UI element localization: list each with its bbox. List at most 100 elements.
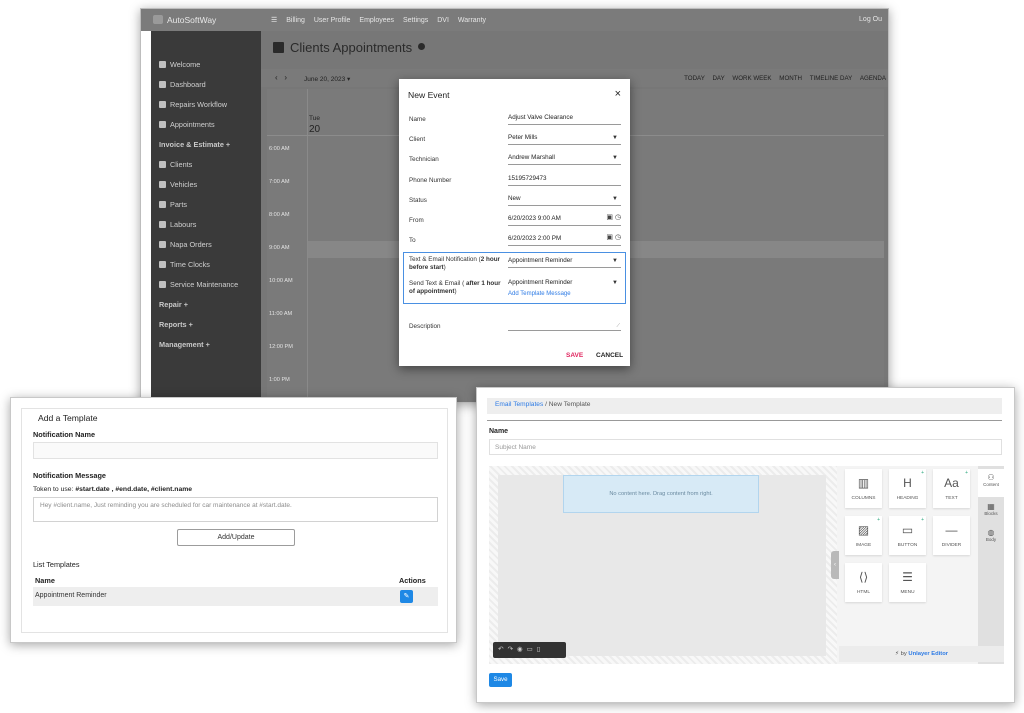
- description-field[interactable]: ⟋: [508, 316, 621, 331]
- add-update-button[interactable]: Add/Update: [177, 529, 295, 546]
- sidebar-item-repairs-workflow[interactable]: Repairs Workflow: [159, 100, 227, 109]
- clock-icon[interactable]: ◷: [615, 214, 621, 221]
- tab-body[interactable]: ◍ Body: [978, 525, 1004, 551]
- nav-dvi[interactable]: DVI: [437, 17, 449, 24]
- date-selector[interactable]: June 20, 2023 ▾: [304, 75, 350, 83]
- breadcrumb-email-templates[interactable]: Email Templates: [495, 401, 543, 408]
- list-templates-heading: List Templates: [33, 560, 80, 569]
- heading-icon: H: [903, 476, 912, 490]
- notification-message-input[interactable]: Hey #client.name, Just reminding you are…: [33, 497, 438, 522]
- edit-icon[interactable]: ✎: [400, 590, 413, 603]
- logout-link[interactable]: Log Ou: [859, 16, 882, 23]
- prev-button[interactable]: ‹: [275, 73, 278, 82]
- sidebar-item-management[interactable]: Management +: [159, 340, 210, 349]
- button-icon: ▭: [901, 523, 914, 537]
- view-work-week[interactable]: WORK WEEK: [732, 75, 771, 82]
- next-button[interactable]: ›: [284, 73, 287, 82]
- tab-content[interactable]: ⚇ Content: [978, 469, 1004, 497]
- view-agenda[interactable]: AGENDA: [860, 75, 886, 82]
- breadcrumb: Email Templates / New Template: [487, 398, 1002, 414]
- tools-panel: ▥ COLUMNS + H HEADING + Aa TEXT + ▨ IMAGE + ▭ BUT…: [839, 466, 979, 664]
- close-icon[interactable]: ×: [615, 88, 621, 100]
- tool-divider[interactable]: — DIVIDER: [933, 516, 970, 555]
- help-icon[interactable]: [417, 43, 425, 50]
- view-timeline-day[interactable]: TIMELINE DAY: [810, 75, 852, 82]
- sidebar-item-time-clocks[interactable]: Time Clocks: [159, 260, 210, 269]
- collapse-panel-handle[interactable]: ‹: [831, 551, 839, 579]
- add-template-link[interactable]: Add Template Message: [508, 291, 571, 297]
- sidebar-item-reports[interactable]: Reports +: [159, 320, 193, 329]
- sidebar-item-dashboard[interactable]: Dashboard: [159, 80, 206, 89]
- mobile-icon[interactable]: ▯: [537, 646, 541, 653]
- menu-icon[interactable]: ☰: [271, 17, 277, 24]
- nav-employees[interactable]: Employees: [359, 17, 394, 24]
- save-button[interactable]: SAVE: [566, 352, 583, 359]
- calendar-icon: [159, 121, 166, 128]
- from-datetime[interactable]: 6/20/2023 9:00 AM ▣ ◷: [508, 214, 621, 226]
- day-header[interactable]: Tue 20: [309, 115, 320, 135]
- nav-warranty[interactable]: Warranty: [458, 17, 486, 24]
- name-field[interactable]: Adjust Valve Clearance: [508, 113, 621, 125]
- sidebar-item-labours[interactable]: Labours: [159, 220, 196, 229]
- to-datetime[interactable]: 6/20/2023 2:00 PM ▣ ◷: [508, 234, 621, 246]
- technician-select[interactable]: Andrew Marshall ▼: [508, 153, 621, 165]
- sidebar-item-vehicles[interactable]: Vehicles: [159, 180, 197, 189]
- client-select[interactable]: Peter Mills ▼: [508, 133, 621, 145]
- nav-billing[interactable]: Billing: [286, 17, 305, 24]
- editor-canvas[interactable]: No content here. Drag content from right…: [498, 475, 826, 656]
- notification-name-input[interactable]: [33, 442, 438, 459]
- sidebar-item-clients[interactable]: Clients: [159, 160, 192, 169]
- tool-button[interactable]: + ▭ BUTTON: [889, 516, 926, 555]
- calendar-icon[interactable]: ▣: [606, 234, 613, 241]
- preview-icon[interactable]: ◉: [517, 646, 523, 653]
- tab-blocks[interactable]: ▦ Blocks: [978, 499, 1004, 525]
- subject-name-input[interactable]: Subject Name: [489, 439, 1002, 455]
- view-today[interactable]: TODAY: [684, 75, 705, 82]
- phone-label: Phone Number: [409, 177, 452, 184]
- clock-icon[interactable]: ◷: [615, 234, 621, 241]
- editor-bottom-toolbar: ↶ ↷ ◉ ▭ ▯: [493, 642, 566, 658]
- tool-html[interactable]: ⟨⟩ HTML: [845, 563, 882, 602]
- new-event-modal: New Event × Name Adjust Valve Clearance …: [399, 79, 630, 366]
- cancel-button[interactable]: CANCEL: [596, 352, 623, 359]
- send-select[interactable]: Appointment Reminder ▼: [508, 278, 621, 290]
- calendar-icon[interactable]: ▣: [606, 214, 613, 221]
- tool-image[interactable]: + ▨ IMAGE: [845, 516, 882, 555]
- sidebar: Welcome Dashboard Repairs Workflow Appoi…: [151, 31, 261, 402]
- time-label: 12:00 PM: [269, 344, 293, 350]
- tool-heading[interactable]: + H HEADING: [889, 469, 926, 508]
- image-icon: ▨: [857, 523, 870, 537]
- sidebar-item-napa-orders[interactable]: Napa Orders: [159, 240, 212, 249]
- undo-icon[interactable]: ↶: [498, 646, 503, 653]
- status-select[interactable]: New ▼: [508, 194, 621, 206]
- brand[interactable]: AutoSoftWay: [153, 15, 216, 25]
- clock-icon: [159, 261, 166, 268]
- wrench-icon: [159, 201, 166, 208]
- phone-field[interactable]: 15195729473: [508, 174, 621, 186]
- view-day[interactable]: DAY: [712, 75, 724, 82]
- resize-handle-icon[interactable]: ⟋: [616, 323, 620, 329]
- notify-select[interactable]: Appointment Reminder ▼: [508, 256, 621, 268]
- name-label: Name: [409, 116, 426, 123]
- redo-icon[interactable]: ↷: [507, 646, 512, 653]
- date-nav: ‹ ›: [275, 73, 287, 82]
- sidebar-item-welcome[interactable]: Welcome: [159, 60, 200, 69]
- tool-text[interactable]: + Aa TEXT: [933, 469, 970, 508]
- time-label: 1:00 PM: [269, 377, 290, 383]
- unlayer-credit[interactable]: ⚡ by Unlayer Editor: [839, 646, 1004, 662]
- save-button[interactable]: Save: [489, 673, 512, 687]
- sidebar-item-invoice-estimate[interactable]: Invoice & Estimate +: [159, 140, 230, 149]
- client-label: Client: [409, 136, 426, 143]
- sidebar-item-service-maintenance[interactable]: Service Maintenance: [159, 280, 238, 289]
- sidebar-item-appointments[interactable]: Appointments: [159, 120, 215, 129]
- tool-columns[interactable]: ▥ COLUMNS: [845, 469, 882, 508]
- time-label: 7:00 AM: [269, 179, 290, 185]
- drop-zone[interactable]: No content here. Drag content from right…: [563, 475, 759, 513]
- tool-menu[interactable]: ☰ MENU: [889, 563, 926, 602]
- sidebar-item-repair[interactable]: Repair +: [159, 300, 188, 309]
- nav-settings[interactable]: Settings: [403, 17, 428, 24]
- desktop-icon[interactable]: ▭: [527, 646, 533, 653]
- sidebar-item-parts[interactable]: Parts: [159, 200, 187, 209]
- view-month[interactable]: MONTH: [779, 75, 802, 82]
- nav-user-profile[interactable]: User Profile: [314, 17, 351, 24]
